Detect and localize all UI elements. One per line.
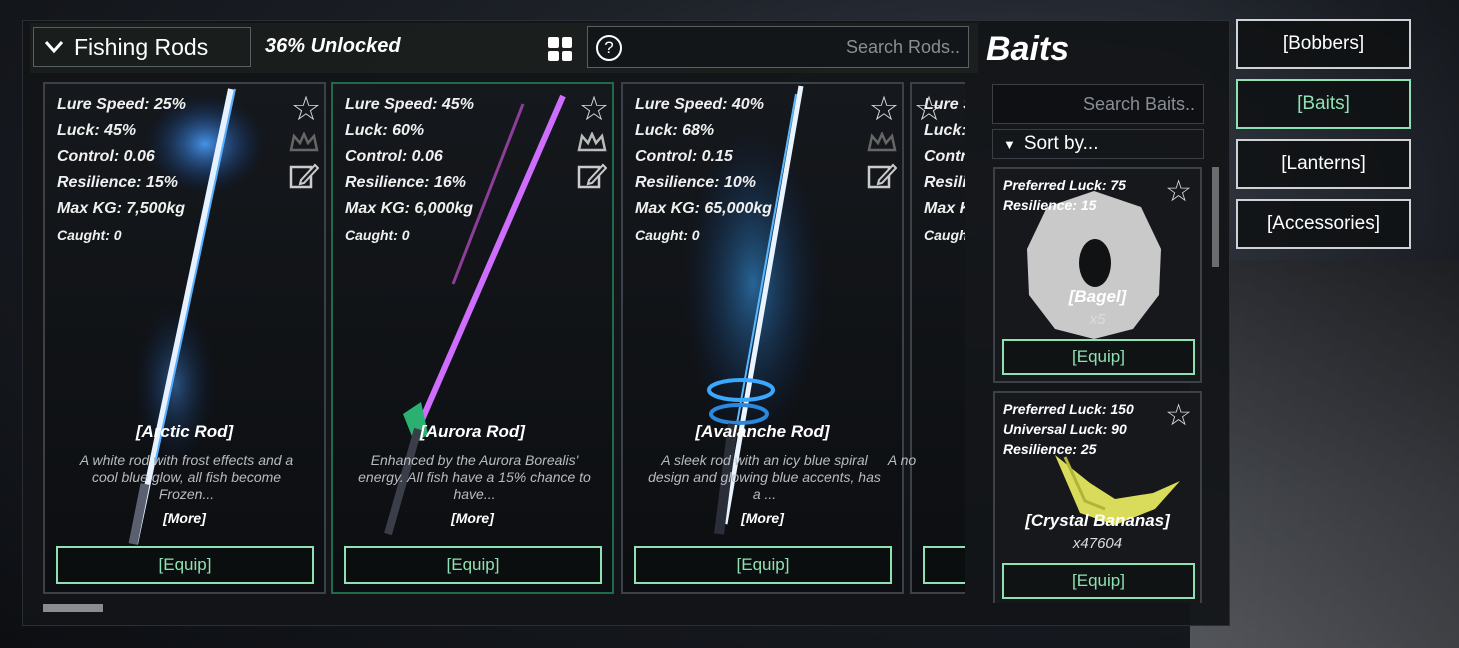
favorite-star-icon[interactable]: ☆ <box>1165 399 1192 433</box>
sort-triangle-icon: ▼ <box>1003 136 1016 152</box>
tab-accessories[interactable]: [Accessories] <box>1236 199 1411 249</box>
more-link[interactable]: [More] <box>333 510 612 526</box>
bait-name: [Crystal Bananas] <box>1025 511 1170 530</box>
crown-icon[interactable] <box>289 132 319 154</box>
baits-list[interactable]: Preferred Luck: 75 Resilience: 15 ☆ [Bage… <box>992 167 1204 603</box>
unlocked-percentage: 36% Unlocked <box>265 35 401 57</box>
help-icon[interactable]: ? <box>596 35 622 61</box>
rod-name: [Avalanche Rod] <box>695 422 830 441</box>
rod-stats: Lure Speed: 45% Luck: 60% Control: 0.06 Res… <box>345 96 474 243</box>
rod-stats: Lure Speed: 40% Luck: 68% Control: 0.15 Res… <box>635 96 772 243</box>
dropdown-label: Fishing Rods <box>74 33 209 60</box>
rods-list[interactable]: Lure Speed: 25% Luck: 45% Control: 0.06 Res… <box>40 82 965 596</box>
more-link[interactable]: [More] <box>623 510 902 526</box>
search-baits-input[interactable]: Search Baits.. <box>992 84 1204 124</box>
baits-title: Baits <box>986 30 1070 68</box>
rod-name: [Arctic Rod] <box>135 422 234 441</box>
search-rods-placeholder: Search Rods.. <box>845 37 960 57</box>
rod-card-arctic[interactable]: Lure Speed: 25% Luck: 45% Control: 0.06 Res… <box>43 82 326 594</box>
bait-stats: Preferred Luck: 150 Universal Luck: 90 Res… <box>1003 401 1134 457</box>
tab-lanterns[interactable]: [Lanterns] <box>1236 139 1411 189</box>
edit-icon[interactable] <box>577 162 611 190</box>
more-link[interactable]: [More] <box>45 510 324 526</box>
bait-stats: Preferred Luck: 75 Resilience: 15 <box>1003 177 1126 213</box>
rod-stats: Lure Speed: 25% Luck: 45% Control: 0.06 Res… <box>57 96 186 243</box>
edit-icon[interactable] <box>867 162 901 190</box>
rod-description: Enhanced by the Aurora Borealis' energy.… <box>358 452 591 502</box>
tab-baits[interactable]: [Baits] <box>1236 79 1411 129</box>
equip-button[interactable] <box>923 546 965 584</box>
tab-bobbers[interactable]: [Bobbers] <box>1236 19 1411 69</box>
rod-card-aurora[interactable]: Lure Speed: 45% Luck: 60% Control: 0.06 Res… <box>331 82 614 594</box>
equip-button[interactable]: [Equip] <box>1002 339 1195 375</box>
equip-button[interactable]: [Equip] <box>344 546 602 584</box>
crown-icon[interactable] <box>867 132 897 154</box>
search-rods-input[interactable]: ? Search Rods.. <box>587 26 969 68</box>
grid-view-icon[interactable] <box>548 37 572 61</box>
equip-button[interactable]: [Equip] <box>1002 563 1195 599</box>
vertical-scrollbar[interactable] <box>1212 167 1219 267</box>
rod-name: [Aurora Rod] <box>420 422 525 441</box>
bait-name: [Bagel] <box>1068 287 1127 306</box>
horizontal-scrollbar[interactable] <box>43 604 103 612</box>
rod-card-partial[interactable]: Lure SLuck: 5ControResilieMax KGCaugh ☆ … <box>888 82 965 594</box>
equip-button[interactable]: [Equip] <box>56 546 314 584</box>
rod-category-dropdown[interactable]: Fishing Rods <box>33 27 251 67</box>
sort-label: Sort by... <box>1023 133 1099 154</box>
chevron-down-icon <box>34 35 74 60</box>
edit-icon[interactable] <box>289 162 323 190</box>
equip-button[interactable]: [Equip] <box>634 546 892 584</box>
rod-description: A no <box>887 452 917 468</box>
crown-icon[interactable] <box>577 132 607 154</box>
sort-by-dropdown[interactable]: ▼ Sort by... <box>992 129 1204 159</box>
search-baits-placeholder: Search Baits.. <box>1082 94 1195 114</box>
rod-card-avalanche[interactable]: Lure Speed: 40% Luck: 68% Control: 0.15 Res… <box>621 82 904 594</box>
favorite-star-icon[interactable]: ☆ <box>289 92 323 126</box>
bait-card-bagel[interactable]: Preferred Luck: 75 Resilience: 15 ☆ [Bage… <box>993 167 1202 383</box>
favorite-star-icon[interactable]: ☆ <box>867 92 901 126</box>
favorite-star-icon[interactable]: ☆ <box>577 92 611 126</box>
bait-quantity: x5 <box>1089 311 1106 328</box>
favorite-star-icon[interactable]: ☆ <box>1165 175 1192 209</box>
favorite-star-icon[interactable]: ☆ <box>912 92 946 126</box>
bait-card-crystal-bananas[interactable]: Preferred Luck: 150 Universal Luck: 90 Res… <box>993 391 1202 603</box>
rod-description: A white rod with frost effects and a coo… <box>79 452 294 502</box>
bait-quantity: x47604 <box>1072 535 1123 552</box>
